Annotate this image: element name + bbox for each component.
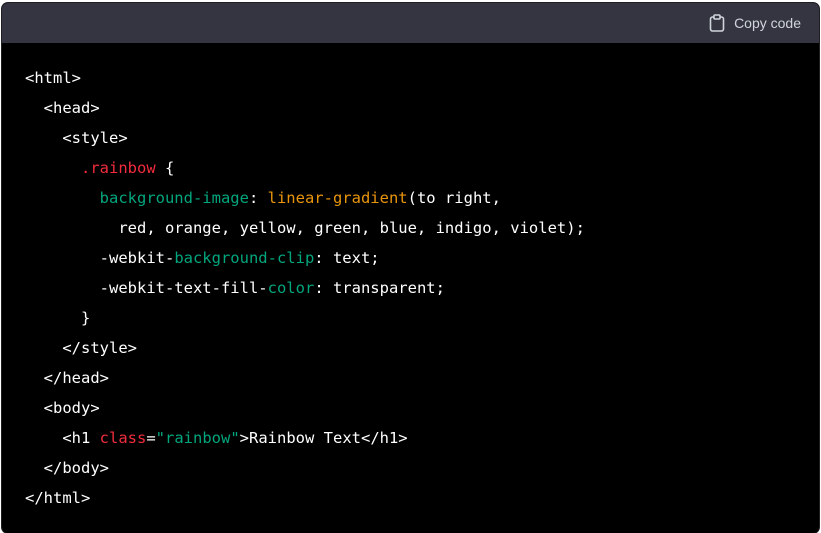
code-token: : transparent; (314, 279, 445, 297)
code-line: } (25, 303, 585, 333)
code-token: background-clip (174, 249, 315, 267)
code-line: </html> (25, 483, 585, 513)
code-token: <h1 (25, 429, 100, 447)
code-token: </head> (25, 369, 109, 387)
code-token: -webkit-text-fill- (25, 279, 268, 297)
copy-code-label: Copy code (734, 15, 801, 31)
code-token: <head> (25, 99, 100, 117)
code-line: -webkit-background-clip: text; (25, 243, 585, 273)
code-token: </style> (25, 339, 137, 357)
code-token: background-image (99, 189, 249, 207)
code-line: </head> (25, 363, 585, 393)
code-line: red, orange, yellow, green, blue, indigo… (25, 213, 585, 243)
code-token: class (99, 429, 147, 447)
code-block: Copy code <html> <head> <style> .rainbow… (2, 3, 819, 533)
code-token: "rainbow" (155, 429, 240, 447)
copy-code-button[interactable]: Copy code (709, 3, 801, 43)
code-line: .rainbow { (25, 153, 585, 183)
code-token: linear-gradient (267, 189, 408, 207)
code-line: <h1 class="rainbow">Rainbow Text</h1> (25, 423, 585, 453)
code-token: -webkit- (25, 249, 175, 267)
code-token: } (25, 309, 91, 327)
code-block-header: Copy code (2, 3, 819, 43)
code-token: </html> (25, 489, 91, 507)
code-token: (to right, (407, 189, 501, 207)
code-line: <body> (25, 393, 585, 423)
code-line: </body> (25, 453, 585, 483)
code-line: <style> (25, 123, 585, 153)
code-token: <html> (25, 69, 81, 87)
code-content: <html> <head> <style> .rainbow { backgro… (25, 63, 585, 513)
code-line: <head> (25, 93, 585, 123)
code-token: </body> (25, 459, 109, 477)
code-token: <body> (25, 399, 100, 417)
clipboard-icon (709, 14, 725, 32)
code-line: -webkit-text-fill-color: transparent; (25, 273, 585, 303)
code-line: <html> (25, 63, 585, 93)
code-line: </style> (25, 333, 585, 363)
code-token: : (248, 189, 268, 207)
code-token: red, orange, yellow, green, blue, indigo… (25, 219, 585, 237)
code-token: .rainbow (81, 159, 156, 177)
code-token: >Rainbow Text</h1> (239, 429, 408, 447)
code-token: color (267, 279, 315, 297)
code-token: { (155, 159, 175, 177)
code-token: : text; (314, 249, 380, 267)
code-line: background-image: linear-gradient(to rig… (25, 183, 585, 213)
code-token: = (146, 429, 156, 447)
code-token: <style> (25, 129, 128, 147)
